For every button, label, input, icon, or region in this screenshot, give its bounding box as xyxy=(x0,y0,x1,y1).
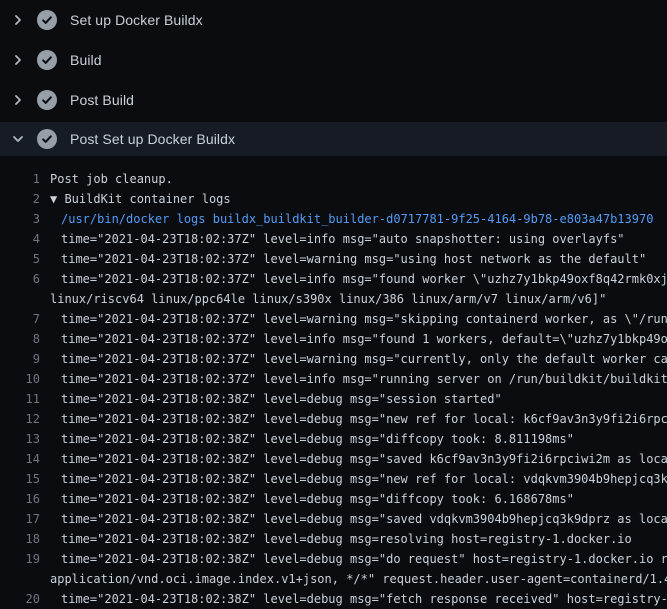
log-row: 16 time="2021-04-23T18:02:38Z" level=debu… xyxy=(0,489,667,509)
step-label: Post Set up Docker Buildx xyxy=(70,131,235,147)
log-text: Post job cleanup. xyxy=(50,169,667,189)
line-number xyxy=(0,569,40,589)
log-row: application/vnd.oci.image.index.v1+json,… xyxy=(0,569,667,589)
log-text: time="2021-04-23T18:02:38Z" level=debug … xyxy=(61,549,667,569)
log-row: 9 time="2021-04-23T18:02:37Z" level=warni… xyxy=(0,349,667,369)
chevron-down-icon[interactable] xyxy=(10,131,26,147)
log-row: 7 time="2021-04-23T18:02:37Z" level=warni… xyxy=(0,309,667,329)
log-text: time="2021-04-23T18:02:38Z" level=debug … xyxy=(61,509,667,529)
log-text: time="2021-04-23T18:02:37Z" level=info m… xyxy=(61,329,667,349)
log-text: time="2021-04-23T18:02:37Z" level=warnin… xyxy=(61,309,667,329)
log-command-text: /usr/bin/docker logs buildx_buildkit_bui… xyxy=(61,209,667,229)
log-text: time="2021-04-23T18:02:38Z" level=debug … xyxy=(61,489,667,509)
line-number[interactable]: 3 xyxy=(0,209,40,229)
log-text: time="2021-04-23T18:02:37Z" level=info m… xyxy=(61,229,667,249)
line-number[interactable]: 17 xyxy=(0,509,40,529)
log-viewer: 1 Post job cleanup. 2 ▼ BuildKit container … xyxy=(0,156,667,609)
line-number[interactable]: 11 xyxy=(0,389,40,409)
log-row: 19 time="2021-04-23T18:02:38Z" level=debu… xyxy=(0,549,667,569)
log-text: linux/riscv64 linux/ppc64le linux/s390x … xyxy=(50,289,667,309)
line-number[interactable]: 12 xyxy=(0,409,40,429)
line-number[interactable]: 7 xyxy=(0,309,40,329)
line-number[interactable]: 8 xyxy=(0,329,40,349)
log-row: 15 time="2021-04-23T18:02:38Z" level=debu… xyxy=(0,469,667,489)
chevron-right-icon[interactable] xyxy=(10,92,26,108)
line-number[interactable]: 1 xyxy=(0,169,40,189)
line-number[interactable]: 4 xyxy=(0,229,40,249)
check-circle-icon xyxy=(37,10,57,30)
log-row: 20 time="2021-04-23T18:02:38Z" level=debu… xyxy=(0,589,667,609)
log-row: 6 time="2021-04-23T18:02:37Z" level=info … xyxy=(0,269,667,289)
log-row: 11 time="2021-04-23T18:02:38Z" level=debu… xyxy=(0,389,667,409)
line-number[interactable]: 14 xyxy=(0,449,40,469)
step-row-post-set-up-docker-buildx[interactable]: Post Set up Docker Buildx xyxy=(0,122,667,156)
log-text: time="2021-04-23T18:02:37Z" level=warnin… xyxy=(61,249,667,269)
line-number[interactable]: 10 xyxy=(0,369,40,389)
line-number[interactable]: 16 xyxy=(0,489,40,509)
log-row: 10 time="2021-04-23T18:02:37Z" level=info… xyxy=(0,369,667,389)
log-row: 13 time="2021-04-23T18:02:38Z" level=debu… xyxy=(0,429,667,449)
line-number[interactable]: 19 xyxy=(0,549,40,569)
log-text: time="2021-04-23T18:02:37Z" level=info m… xyxy=(61,369,667,389)
line-number xyxy=(0,289,40,309)
step-row-post-build[interactable]: Post Build xyxy=(0,80,667,120)
log-row: 8 time="2021-04-23T18:02:37Z" level=info … xyxy=(0,329,667,349)
check-circle-icon xyxy=(37,50,57,70)
log-row: 14 time="2021-04-23T18:02:38Z" level=debu… xyxy=(0,449,667,469)
line-number[interactable]: 13 xyxy=(0,429,40,449)
log-text: time="2021-04-23T18:02:38Z" level=debug … xyxy=(61,469,667,489)
log-row: 1 Post job cleanup. xyxy=(0,169,667,189)
step-row-set-up-docker-buildx[interactable]: Set up Docker Buildx xyxy=(0,0,667,40)
steps-list: Set up Docker Buildx Build Post Build Po… xyxy=(0,0,667,156)
log-text: time="2021-04-23T18:02:38Z" level=debug … xyxy=(61,589,667,609)
step-row-build[interactable]: Build xyxy=(0,40,667,80)
line-number[interactable]: 20 xyxy=(0,589,40,609)
line-number[interactable]: 5 xyxy=(0,249,40,269)
log-group-toggle[interactable]: ▼ BuildKit container logs xyxy=(50,189,667,209)
step-label: Build xyxy=(70,52,102,68)
log-row: 4 time="2021-04-23T18:02:37Z" level=info … xyxy=(0,229,667,249)
log-row: 3/usr/bin/docker logs buildx_buildkit_bu… xyxy=(0,209,667,229)
chevron-right-icon[interactable] xyxy=(10,52,26,68)
log-row: linux/riscv64 linux/ppc64le linux/s390x … xyxy=(0,289,667,309)
log-text: time="2021-04-23T18:02:38Z" level=debug … xyxy=(61,529,667,549)
log-row: 18 time="2021-04-23T18:02:38Z" level=debu… xyxy=(0,529,667,549)
log-row: 17 time="2021-04-23T18:02:38Z" level=debu… xyxy=(0,509,667,529)
log-text: time="2021-04-23T18:02:37Z" level=warnin… xyxy=(61,349,667,369)
log-text: time="2021-04-23T18:02:38Z" level=debug … xyxy=(61,389,667,409)
log-text: application/vnd.oci.image.index.v1+json,… xyxy=(50,569,667,589)
log-text: time="2021-04-23T18:02:38Z" level=debug … xyxy=(61,409,667,429)
line-number[interactable]: 15 xyxy=(0,469,40,489)
log-row: 5 time="2021-04-23T18:02:37Z" level=warni… xyxy=(0,249,667,269)
log-text: time="2021-04-23T18:02:37Z" level=info m… xyxy=(61,269,667,289)
line-number[interactable]: 18 xyxy=(0,529,40,549)
chevron-right-icon[interactable] xyxy=(10,12,26,28)
check-circle-icon xyxy=(37,129,57,149)
line-number[interactable]: 9 xyxy=(0,349,40,369)
log-text: time="2021-04-23T18:02:38Z" level=debug … xyxy=(61,449,667,469)
line-number[interactable]: 6 xyxy=(0,269,40,289)
step-label: Set up Docker Buildx xyxy=(70,12,203,28)
log-text: time="2021-04-23T18:02:38Z" level=debug … xyxy=(61,429,667,449)
log-row: 12 time="2021-04-23T18:02:38Z" level=debu… xyxy=(0,409,667,429)
log-row: 2 ▼ BuildKit container logs xyxy=(0,189,667,209)
step-label: Post Build xyxy=(70,92,134,108)
line-number[interactable]: 2 xyxy=(0,189,40,209)
check-circle-icon xyxy=(37,90,57,110)
